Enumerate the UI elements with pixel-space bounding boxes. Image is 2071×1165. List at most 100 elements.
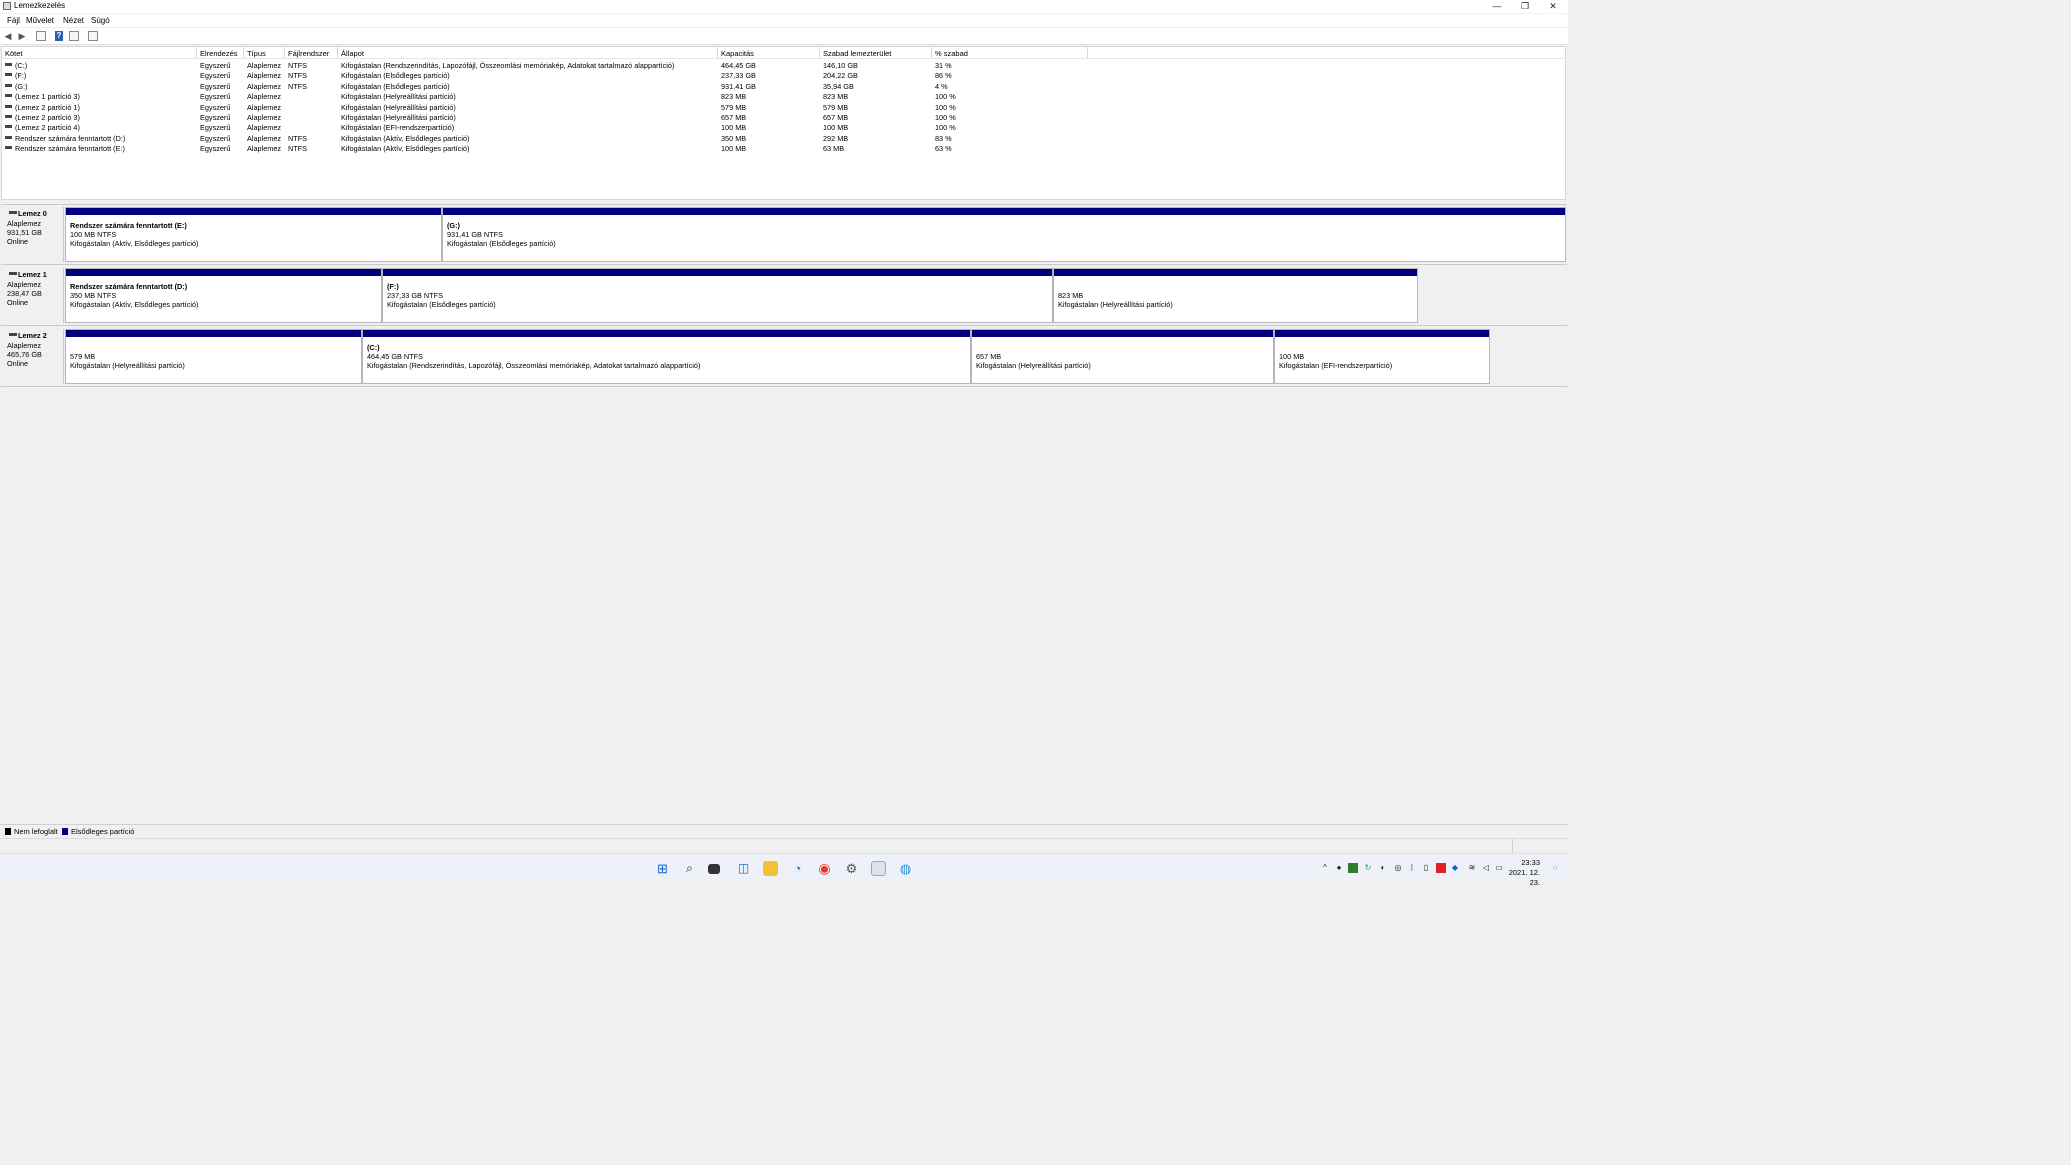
back-arrow-icon[interactable]: ◀ <box>3 31 13 41</box>
col-header-status[interactable]: Állapot <box>341 49 364 58</box>
partition-size: 579 MB <box>70 352 96 361</box>
partition-recovery-disk2-3[interactable]: 657 MB Kifogástalan (Helyreállítási part… <box>971 329 1274 384</box>
cell-layout: Egyszerű <box>200 81 231 91</box>
primary-partition-bar <box>66 330 361 337</box>
legend: Nem lefoglalt Elsődleges partíció <box>0 824 1568 838</box>
network-icon[interactable]: ◍ <box>898 861 913 876</box>
menu-action[interactable]: Művelet <box>26 16 54 25</box>
partition-efi[interactable]: 100 MB Kifogástalan (EFI-rendszerpartíci… <box>1274 329 1490 384</box>
table-row[interactable]: (Lemez 2 partíció 3) Egyszerű Alaplemez Kif… <box>2 112 1565 122</box>
table-row[interactable]: (Lemez 2 partíció 1) Egyszerű Alaplemez Kif… <box>2 102 1565 112</box>
view-top-icon[interactable] <box>69 31 79 41</box>
col-header-free-space[interactable]: Szabad lemezterület <box>823 49 891 58</box>
restore-button[interactable]: ❐ <box>1511 0 1539 13</box>
primary-partition-bar <box>1275 330 1489 337</box>
disk-1-label[interactable]: Lemez 1 Alaplemez 238,47 GB Online <box>3 268 64 323</box>
volume-icon <box>5 135 12 139</box>
table-row[interactable]: (C:) Egyszerű Alaplemez NTFS Kifogástalan (R… <box>2 60 1565 70</box>
partition-g[interactable]: (G:) 931,41 GB NTFS Kifogástalan (Elsődl… <box>442 207 1566 262</box>
primary-partition-bar <box>66 269 381 276</box>
usb-icon[interactable]: ▯ <box>1421 863 1431 873</box>
table-row[interactable]: (F:) Egyszerű Alaplemez NTFS Kifogástalan (E… <box>2 70 1565 80</box>
cell-status: Kifogástalan (Aktív, Elsődleges partíció… <box>341 133 470 143</box>
settings-icon[interactable]: ⚙ <box>844 861 859 876</box>
file-explorer-icon[interactable] <box>763 861 778 876</box>
partition-f[interactable]: (F:) 237,33 GB NTFS Kifogástalan (Elsődl… <box>382 268 1053 323</box>
primary-partition-bar <box>443 208 1565 215</box>
obs-icon[interactable]: ◎ <box>1393 863 1403 873</box>
cell-percent-free: 63 % <box>935 144 952 154</box>
dropbox-icon[interactable]: ◆ <box>1450 863 1460 873</box>
minimize-button[interactable]: — <box>1483 0 1511 13</box>
table-row[interactable]: Rendszer számára fenntartott (E:) Egyszer… <box>2 143 1565 153</box>
col-header-volume[interactable]: Kötet <box>5 49 23 58</box>
disk-name: Lemez 2 <box>18 331 47 340</box>
steam-icon[interactable]: ● <box>1334 863 1344 873</box>
volume-icon <box>5 73 12 77</box>
menu-view[interactable]: Nézet <box>63 16 84 25</box>
volume-icon[interactable]: ◁ <box>1481 863 1491 873</box>
wifi-icon[interactable]: ≋ <box>1467 863 1477 873</box>
task-view-icon[interactable] <box>708 864 720 874</box>
app-icon[interactable]: ◐ <box>1378 863 1388 873</box>
col-header-layout[interactable]: Elrendezés <box>200 49 238 58</box>
partition-status: Kifogástalan (Elsődleges partíció) <box>387 300 496 309</box>
cell-filesystem: NTFS <box>288 81 308 91</box>
table-row[interactable]: (Lemez 1 partíció 3) Egyszerű Alaplemez Kif… <box>2 91 1565 101</box>
title-bar: Lemezkezelés — ❐ ✕ <box>0 0 1568 13</box>
sync-icon[interactable]: ↻ <box>1363 863 1373 873</box>
cell-layout: Egyszerű <box>200 102 231 112</box>
menu-bar: Fájl Művelet Nézet Súgó <box>0 14 1568 27</box>
nvidia-icon[interactable] <box>1348 863 1358 873</box>
table-row[interactable]: Rendszer számára fenntartott (D:) Egyszer… <box>2 133 1565 143</box>
menu-help[interactable]: Súgó <box>91 16 110 25</box>
close-button[interactable]: ✕ <box>1539 0 1567 13</box>
col-header-type[interactable]: Típus <box>247 49 266 58</box>
help-icon[interactable]: ? <box>55 31 63 41</box>
menu-file[interactable]: Fájl <box>7 16 20 25</box>
partition-e[interactable]: Rendszer számára fenntartott (E:) 100 MB… <box>65 207 442 262</box>
volume-icon <box>5 125 12 129</box>
primary-partition-bar <box>383 269 1052 276</box>
notification-icon[interactable]: ◌ <box>1550 863 1560 873</box>
clock-time: 23:33 <box>1521 858 1540 867</box>
table-row[interactable]: (G:) Egyszerű Alaplemez NTFS Kifogástalan (E… <box>2 81 1565 91</box>
disk-0-label[interactable]: Lemez 0 Alaplemez 931,51 GB Online <box>3 207 64 262</box>
disk-management-icon[interactable] <box>871 861 886 876</box>
partition-size: 823 MB <box>1058 291 1084 300</box>
clock[interactable]: 23:33 2021. 12. 23. <box>1500 858 1540 888</box>
cell-layout: Egyszerű <box>200 92 231 102</box>
col-header-capacity[interactable]: Kapacitás <box>721 49 754 58</box>
disk-2-label[interactable]: Lemez 2 Alaplemez 465,76 GB Online <box>3 329 64 384</box>
windows-start-icon[interactable]: ⊞ <box>655 861 670 876</box>
widgets-icon[interactable]: ◫ <box>736 861 751 876</box>
partition-name: (C:) <box>367 343 380 352</box>
github-desktop-icon[interactable]: ◔ <box>790 861 805 876</box>
chrome-icon[interactable]: ◉ <box>817 861 832 876</box>
bluetooth-icon[interactable]: ᛒ <box>1407 863 1417 873</box>
cell-type: Alaplemez <box>247 81 282 91</box>
cell-type: Alaplemez <box>247 61 282 70</box>
search-icon[interactable]: ⌕ <box>682 861 697 876</box>
partition-recovery-disk2-1[interactable]: 579 MB Kifogástalan (Helyreállítási part… <box>65 329 362 384</box>
primary-partition-bar <box>1054 269 1417 276</box>
cell-type: Alaplemez <box>247 144 282 154</box>
cell-free-space: 657 MB <box>823 113 849 122</box>
cell-percent-free: 100 % <box>935 113 956 122</box>
table-row[interactable]: (Lemez 2 partíció 4) Egyszerű Alaplemez Kif… <box>2 122 1565 132</box>
forward-arrow-icon[interactable]: ▶ <box>17 31 27 41</box>
cell-type: Alaplemez <box>247 71 282 81</box>
cell-volume: (Lemez 2 partíció 1) <box>15 102 80 112</box>
cell-layout: Egyszerű <box>200 144 231 154</box>
chevron-up-icon[interactable]: ^ <box>1320 863 1330 873</box>
partition-d[interactable]: Rendszer számára fenntartott (D:) 350 MB… <box>65 268 382 323</box>
disk-status: Online <box>7 237 29 246</box>
primary-partition-bar <box>363 330 970 337</box>
view-bottom-icon[interactable] <box>88 31 98 41</box>
antivirus-icon[interactable] <box>1436 863 1446 873</box>
col-header-percent-free[interactable]: % szabad <box>935 49 968 58</box>
col-header-filesystem[interactable]: Fájlrendszer <box>288 49 329 58</box>
properties-icon[interactable] <box>36 31 46 41</box>
partition-c[interactable]: (C:) 464,45 GB NTFS Kifogástalan (Rendsz… <box>362 329 971 384</box>
partition-recovery-disk1[interactable]: 823 MB Kifogástalan (Helyreállítási part… <box>1053 268 1418 323</box>
